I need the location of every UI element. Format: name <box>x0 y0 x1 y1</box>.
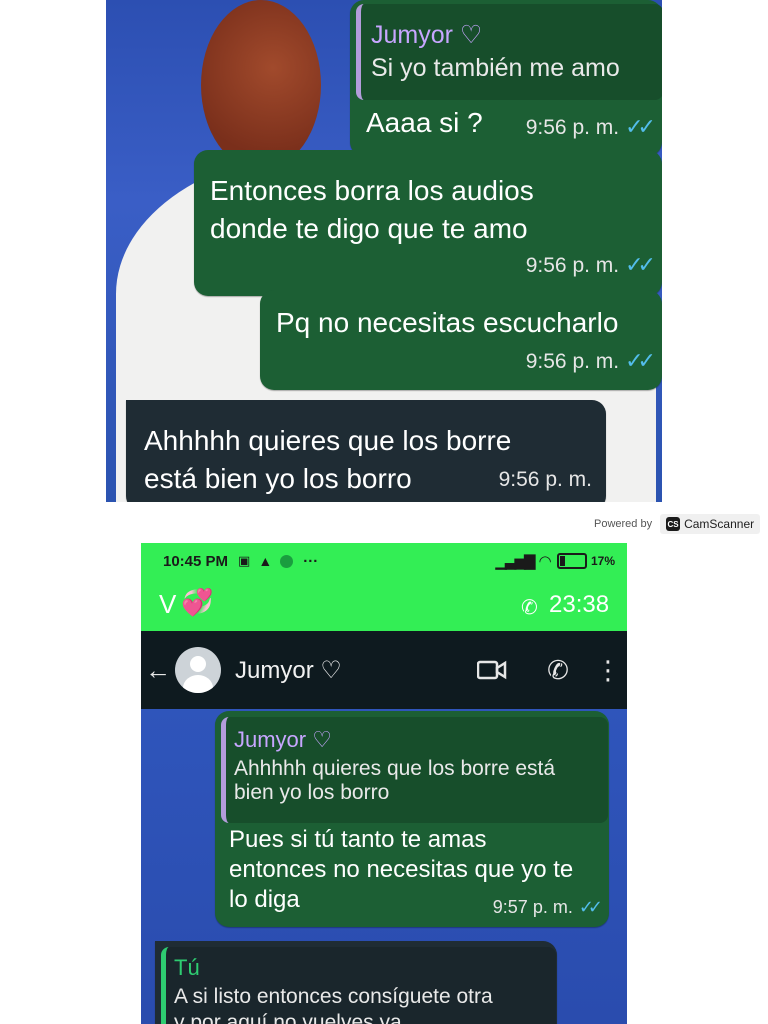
powered-by-label: Powered by <box>594 518 653 530</box>
message-text-line: lo diga <box>229 886 300 913</box>
message-bubble-out[interactable]: Jumyor ♡ Ahhhhh quieres que los borre es… <box>215 711 609 927</box>
camscanner-watermark: Powered by CS CamScanner <box>594 512 761 536</box>
reply-author: Jumyor ♡ <box>371 21 483 49</box>
more-notifications-icon: ··· <box>303 552 319 570</box>
call-duration: 23:38 <box>549 591 610 618</box>
background-photo-hair <box>201 0 321 170</box>
screenshot-icon: ▣ <box>238 553 251 568</box>
call-contact-name: V <box>159 589 177 619</box>
message-time: 9:56 p. m. <box>498 468 592 491</box>
reply-text-line: A si listo entonces consíguete otra <box>174 985 493 1008</box>
message-time: 9:57 p. m. <box>492 897 573 917</box>
read-ticks-icon: ✓✓ <box>625 252 656 277</box>
message-meta: 9:56 p. m. ✓✓ <box>525 348 656 374</box>
message-time: 9:56 p. m. <box>525 350 620 373</box>
signal-icon: ▁▃▅▇ <box>495 553 535 570</box>
message-text-line: Pues si tú tanto te amas <box>229 826 487 853</box>
reply-text-line: y por aquí no vuelves ya <box>174 1011 402 1024</box>
message-text-line: entonces no necesitas que yo te <box>229 856 574 883</box>
reply-quote[interactable]: Jumyor ♡ Si yo también me amo <box>356 4 662 100</box>
reply-author: Tú <box>174 955 200 980</box>
reply-author: Jumyor ♡ <box>234 727 332 752</box>
camscanner-brand: CamScanner <box>684 517 755 531</box>
bottom-chat-screenshot: 10:45 PM ▣ ▲ ··· ▁▃▅▇ ◠ 17% V 💞 ✆ 23:38 … <box>141 543 627 1024</box>
message-bubble-in[interactable]: Tú A si listo entonces consíguete otra y… <box>155 941 557 1024</box>
message-text-line: donde te digo que te amo <box>210 213 528 244</box>
reply-quote[interactable]: Tú A si listo entonces consíguete otra y… <box>161 947 556 1024</box>
avatar[interactable] <box>175 647 221 693</box>
reply-text: Si yo también me amo <box>371 54 620 82</box>
status-time: 10:45 PM <box>163 552 229 570</box>
top-chat-screenshot: Jumyor ♡ Si yo también me amo Aaaa si ? … <box>106 0 662 502</box>
camscanner-badge: CS CamScanner <box>660 514 761 534</box>
message-bubble-out[interactable]: Jumyor ♡ Si yo también me amo Aaaa si ? … <box>350 0 662 156</box>
message-text: Pq no necesitas escucharlo <box>276 307 619 338</box>
chat-header: ← Jumyor ♡ ✆ ⋮ <box>141 631 627 709</box>
message-time: 9:56 p. m. <box>525 254 620 277</box>
read-ticks-icon: ✓✓ <box>625 348 656 373</box>
message-bubble-in[interactable]: Ahhhhh quieres que los borre está bien y… <box>126 400 606 502</box>
message-text-line: está bien yo los borro <box>144 463 412 494</box>
reply-text-line: Ahhhhh quieres que los borre está <box>234 757 556 780</box>
message-text-line: Ahhhhh quieres que los borre <box>144 425 512 456</box>
phone-icon: ✆ <box>521 597 538 619</box>
wifi-icon: ◠ <box>539 553 551 570</box>
message-text: Aaaa si ? <box>366 107 483 138</box>
message-time: 9:56 p. m. <box>525 116 620 139</box>
whatsapp-icon <box>280 554 294 568</box>
video-call-icon[interactable] <box>475 659 509 681</box>
message-text-line: Entonces borra los audios <box>210 175 534 206</box>
reply-quote[interactable]: Jumyor ♡ Ahhhhh quieres que los borre es… <box>221 717 608 823</box>
battery-icon <box>556 553 587 569</box>
back-arrow-icon[interactable]: ← <box>145 655 171 686</box>
message-meta: 9:57 p. m. ✓✓ <box>492 897 603 918</box>
battery-percent: 17% <box>590 554 615 568</box>
reply-text-line: bien yo los borro <box>234 781 390 804</box>
voice-call-icon[interactable]: ✆ <box>543 655 573 686</box>
more-options-icon[interactable]: ⋮ <box>595 655 621 686</box>
message-meta: 9:56 p. m. ✓✓ <box>525 252 656 278</box>
warning-icon: ▲ <box>258 553 273 569</box>
read-ticks-icon: ✓✓ <box>578 897 603 917</box>
message-bubble-out[interactable]: Pq no necesitas escucharlo 9:56 p. m. ✓✓ <box>260 290 662 390</box>
message-meta: 9:56 p. m. ✓✓ <box>525 114 656 140</box>
heart-emoji-icon: 💞 <box>181 587 214 617</box>
read-ticks-icon: ✓✓ <box>625 114 656 139</box>
ongoing-call-bar[interactable]: V 💞 ✆ 23:38 <box>141 579 627 631</box>
status-bar: 10:45 PM ▣ ▲ ··· ▁▃▅▇ ◠ 17% <box>141 543 627 579</box>
contact-name[interactable]: Jumyor ♡ <box>235 656 342 685</box>
camscanner-logo-icon: CS <box>666 517 681 531</box>
message-bubble-out[interactable]: Entonces borra los audios donde te digo … <box>194 150 662 296</box>
